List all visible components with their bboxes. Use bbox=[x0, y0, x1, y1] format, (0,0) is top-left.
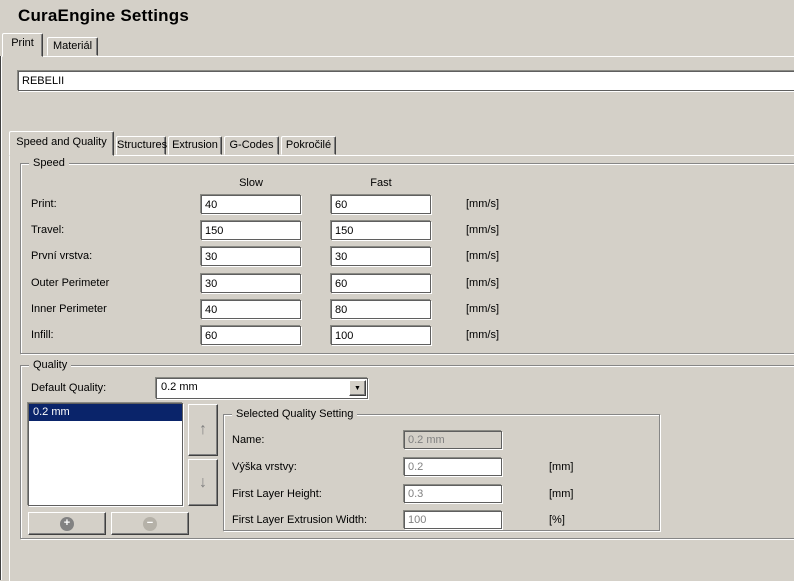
speed-group-label: Speed bbox=[29, 156, 69, 170]
quality-name-field bbox=[404, 431, 502, 449]
first-layer-extrusion-width-field bbox=[404, 511, 502, 529]
printer-profile-input[interactable] bbox=[18, 71, 794, 91]
tab-speed-and-quality-label: Speed and Quality bbox=[10, 132, 113, 148]
unit-label: [mm/s] bbox=[466, 198, 499, 210]
chevron-down-icon[interactable]: ▼ bbox=[349, 380, 366, 396]
selected-quality-setting-group: Selected Quality Setting Name: Výška vrs… bbox=[223, 414, 660, 531]
setting-row-label: Name: bbox=[232, 434, 264, 446]
tab-print-label: Print bbox=[3, 34, 42, 49]
travel-slow-input[interactable] bbox=[201, 221, 301, 240]
print-slow-input[interactable] bbox=[201, 195, 301, 214]
unit-label: [%] bbox=[549, 514, 565, 526]
remove-icon: − bbox=[143, 517, 157, 531]
unit-label: [mm/s] bbox=[466, 303, 499, 315]
speed-row-label: Travel: bbox=[31, 224, 64, 236]
inner-perimeter-slow-input[interactable] bbox=[201, 300, 301, 319]
column-header-fast: Fast bbox=[331, 177, 431, 189]
tab-speed-and-quality[interactable]: Speed and Quality bbox=[9, 131, 114, 156]
speed-row-label: Infill: bbox=[31, 329, 54, 341]
unit-label: [mm/s] bbox=[466, 329, 499, 341]
speed-row-label: Outer Perimeter bbox=[31, 277, 109, 289]
infill-slow-input[interactable] bbox=[201, 326, 301, 345]
default-quality-value: 0.2 mm bbox=[161, 381, 198, 393]
quality-group: Quality Default Quality: 0.2 mm ▼ 0.2 mm… bbox=[20, 365, 794, 539]
tab-material-label: Materiál bbox=[48, 38, 97, 52]
first-layer-slow-input[interactable] bbox=[201, 247, 301, 266]
unit-label: [mm/s] bbox=[466, 250, 499, 262]
tab-gcodes[interactable]: G-Codes bbox=[224, 136, 279, 155]
move-down-button[interactable]: ↓ bbox=[188, 459, 218, 506]
setting-row-label: Výška vrstvy: bbox=[232, 461, 297, 473]
add-quality-button[interactable]: + bbox=[28, 512, 106, 535]
tab-structures-label: Structures bbox=[117, 137, 165, 151]
print-fast-input[interactable] bbox=[331, 195, 431, 214]
quality-list[interactable]: 0.2 mm bbox=[28, 403, 183, 506]
speed-row-label: Print: bbox=[31, 198, 57, 210]
first-layer-fast-input[interactable] bbox=[331, 247, 431, 266]
page-title: CuraEngine Settings bbox=[18, 6, 189, 26]
tab-pokrocile[interactable]: Pokročilé bbox=[281, 136, 336, 155]
speed-row-label: Inner Perimeter bbox=[31, 303, 107, 315]
tab-print[interactable]: Print bbox=[2, 33, 43, 57]
unit-label: [mm] bbox=[549, 488, 573, 500]
add-icon: + bbox=[60, 517, 74, 531]
move-up-button[interactable]: ↑ bbox=[188, 404, 218, 456]
first-layer-height-field bbox=[404, 485, 502, 503]
tab-extrusion-label: Extrusion bbox=[169, 137, 221, 151]
unit-label: [mm] bbox=[549, 461, 573, 473]
default-quality-select[interactable]: 0.2 mm ▼ bbox=[156, 378, 368, 399]
speed-row-label: První vrstva: bbox=[31, 250, 92, 262]
outer-perimeter-slow-input[interactable] bbox=[201, 274, 301, 293]
inner-perimeter-fast-input[interactable] bbox=[331, 300, 431, 319]
unit-label: [mm/s] bbox=[466, 277, 499, 289]
print-tab-page: Speed and Quality Structures Extrusion G… bbox=[1, 56, 794, 580]
unit-label: [mm/s] bbox=[466, 224, 499, 236]
setting-row-label: First Layer Extrusion Width: bbox=[232, 514, 367, 526]
infill-fast-input[interactable] bbox=[331, 326, 431, 345]
selected-quality-setting-label: Selected Quality Setting bbox=[232, 407, 357, 421]
travel-fast-input[interactable] bbox=[331, 221, 431, 240]
tab-gcodes-label: G-Codes bbox=[225, 137, 278, 151]
layer-height-field bbox=[404, 458, 502, 476]
tab-extrusion[interactable]: Extrusion bbox=[168, 136, 222, 155]
down-arrow-icon: ↓ bbox=[199, 475, 207, 491]
tab-structures[interactable]: Structures bbox=[116, 136, 166, 155]
outer-perimeter-fast-input[interactable] bbox=[331, 274, 431, 293]
up-arrow-icon: ↑ bbox=[199, 422, 207, 438]
remove-quality-button[interactable]: − bbox=[111, 512, 189, 535]
tab-pokrocile-label: Pokročilé bbox=[282, 137, 335, 151]
default-quality-label: Default Quality: bbox=[31, 382, 106, 394]
quality-group-label: Quality bbox=[29, 358, 71, 372]
speed-group: Speed Slow Fast Print: [mm/s] Travel: [m… bbox=[20, 163, 794, 354]
speed-and-quality-page: Speed Slow Fast Print: [mm/s] Travel: [m… bbox=[9, 155, 794, 581]
column-header-slow: Slow bbox=[201, 177, 301, 189]
list-item-quality[interactable]: 0.2 mm bbox=[29, 404, 182, 421]
tab-material[interactable]: Materiál bbox=[47, 37, 98, 56]
setting-row-label: First Layer Height: bbox=[232, 488, 322, 500]
